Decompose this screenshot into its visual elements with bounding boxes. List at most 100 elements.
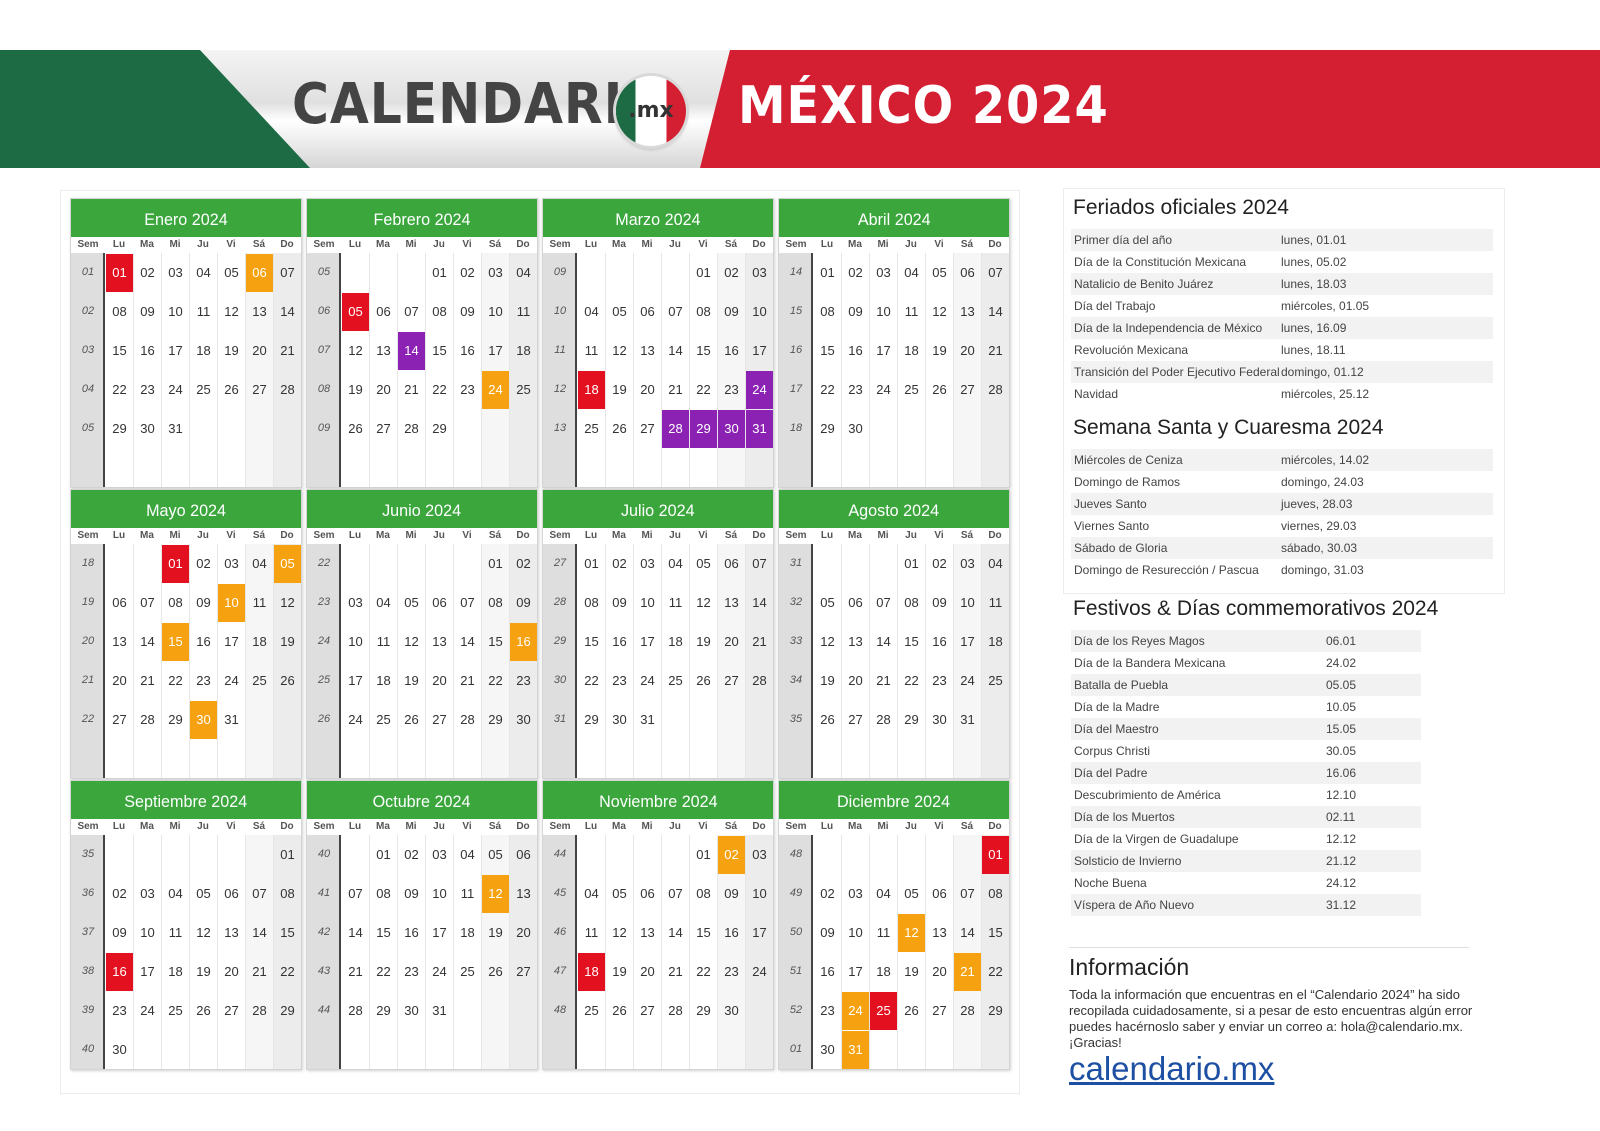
day-cell: 13: [252, 304, 267, 319]
day-cell: 29: [904, 712, 919, 727]
month-calendar: Septiembre 2024 Sem Lu Ma Mi Ju Vi Sá Do 35 36 37 38…: [70, 780, 302, 1070]
month-title-label: Enero 2024: [144, 210, 228, 229]
day-cell: 01: [376, 847, 391, 862]
day-cell: 26: [488, 964, 503, 979]
day-cell: 05: [612, 886, 627, 901]
day-cell: 07: [460, 595, 475, 610]
holiday-name: Día de la Constitución Mexicana: [1074, 255, 1247, 269]
day-cell: 21: [252, 964, 267, 979]
month-title: Octubre 2024: [307, 781, 537, 819]
day-cell: 21: [280, 343, 295, 358]
day-cell: 10: [752, 304, 767, 319]
weekday-label: Sem: [549, 530, 571, 541]
day-cell: 14: [348, 925, 363, 940]
weekday-label: Do: [988, 239, 1002, 250]
day-cell: 27: [640, 421, 655, 436]
day-cell: 19: [696, 634, 711, 649]
month-title: Diciembre 2024: [779, 781, 1009, 819]
day-cell: 17: [752, 925, 767, 940]
weekday-label: Sem: [785, 239, 807, 250]
weekday-label: Sem: [785, 530, 807, 541]
festivos-table: Día de los Reyes Magos 06.01 Día de la Ban…: [1071, 630, 1421, 916]
table-row: Día de la Constitución Mexicana lunes, 05…: [1071, 251, 1493, 273]
month-grid: 18 19 20 21 22 01 02 03 04 05 06 07 08 09 10 11 12 13 14 15…: [71, 544, 301, 778]
week-number: 48: [789, 848, 803, 860]
day-cell: 20: [724, 634, 739, 649]
day-cell: 17: [348, 673, 363, 688]
day-cell: 25: [196, 382, 211, 397]
day-cell: 06: [640, 304, 655, 319]
table-row: Primer día del año lunes, 01.01: [1071, 229, 1493, 251]
holiday-date: domingo, 31.03: [1281, 563, 1364, 577]
day-cell: 22: [432, 382, 447, 397]
day-cell: 01: [584, 556, 599, 571]
day-cell: 12: [404, 634, 419, 649]
day-cell: 18: [376, 673, 391, 688]
day-cell: 29: [488, 712, 503, 727]
day-cell: 09: [932, 595, 947, 610]
weekday-label: Sá: [724, 821, 738, 832]
table-row: Domingo de Resurección / Pascua domingo, …: [1071, 559, 1493, 581]
site-link[interactable]: calendario.mx: [1069, 1050, 1274, 1088]
day-cell: 01: [696, 265, 711, 280]
weekday-label: Sem: [549, 239, 571, 250]
holiday-name: Navidad: [1074, 387, 1119, 401]
day-cell: 26: [224, 382, 239, 397]
weekday-label: Sá: [252, 530, 266, 541]
holiday-date: viernes, 29.03: [1281, 519, 1357, 533]
grid-line: [397, 253, 398, 487]
day-cell: 03: [960, 556, 975, 571]
week-number: 04: [81, 383, 95, 395]
day-cell: 23: [848, 382, 863, 397]
day-cell: 14: [668, 343, 683, 358]
weekday-label: Sem: [77, 530, 99, 541]
info-title: Información: [1069, 954, 1190, 980]
holiday-name: Miércoles de Ceniza: [1074, 453, 1183, 467]
holiday-date: 15.05: [1326, 722, 1357, 736]
day-cell: 15: [696, 925, 711, 940]
week-number: 38: [81, 965, 95, 977]
day-cell: 23: [724, 382, 739, 397]
week-number: 20: [81, 635, 95, 647]
week-number: 32: [789, 596, 803, 608]
weekday-label: Do: [752, 530, 766, 541]
day-cell-highlight: 01: [982, 836, 1009, 874]
day-cell: 22: [280, 964, 295, 979]
day-cell: 19: [820, 673, 835, 688]
weekday-label: Do: [516, 239, 530, 250]
table-row: Día del Trabajo miércoles, 01.05: [1071, 295, 1493, 317]
day-cell: 08: [696, 304, 711, 319]
holiday-date: 02.11: [1326, 810, 1356, 824]
day-cell: 13: [932, 925, 947, 940]
week-number: 12: [553, 383, 567, 395]
day-cell: 13: [960, 304, 975, 319]
page-title: MÉXICO 2024: [738, 76, 1109, 136]
week-number: 39: [81, 1004, 95, 1016]
week-number: 52: [789, 1004, 803, 1016]
grid-line: [369, 253, 370, 487]
day-cell: 30: [724, 1003, 739, 1018]
day-cell: 05: [224, 265, 239, 280]
day-cell: 10: [348, 634, 363, 649]
day-cell: 11: [876, 925, 891, 940]
day-cell: 26: [904, 1003, 919, 1018]
day-cell: 08: [988, 886, 1003, 901]
day-cell: 26: [612, 1003, 627, 1018]
week-number: 05: [81, 422, 95, 434]
day-cell: 26: [280, 673, 295, 688]
day-cell: 21: [668, 964, 683, 979]
day-cell: 09: [848, 304, 863, 319]
day-cell: 07: [252, 886, 267, 901]
day-cell: 06: [376, 304, 391, 319]
day-cell: 21: [988, 343, 1003, 358]
grid-line: [397, 544, 398, 778]
week-number: 06: [317, 305, 331, 317]
holiday-name: Día de los Muertos: [1074, 810, 1175, 824]
day-cell-highlight: 25: [870, 992, 897, 1030]
day-cell: 24: [140, 1003, 155, 1018]
day-cell: 08: [280, 886, 295, 901]
day-cell: 28: [876, 712, 891, 727]
month-grid: 35 36 37 38 39 40 01 02 03 04 05 06 07 08 09 10 11 12 13 14…: [71, 835, 301, 1069]
holiday-date: 06.01: [1326, 634, 1357, 648]
day-cell: 10: [876, 304, 891, 319]
